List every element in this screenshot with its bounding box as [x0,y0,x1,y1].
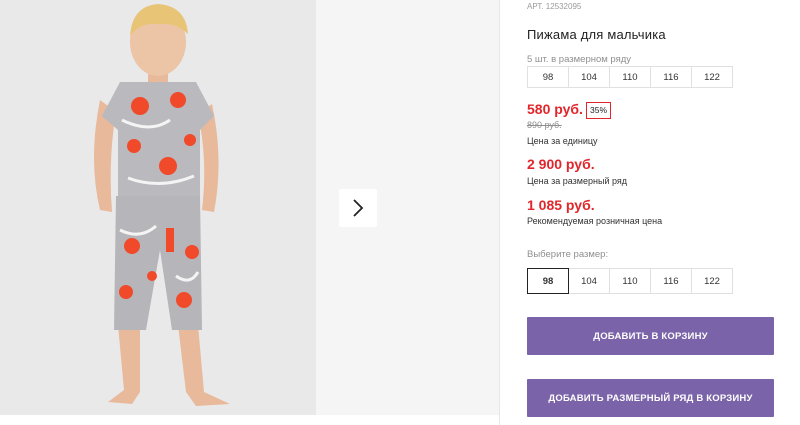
size-row-list: 98 104 110 116 122 [527,66,733,88]
row-size-110: 110 [609,66,651,88]
size-option-122[interactable]: 122 [691,268,733,294]
row-size-116: 116 [650,66,692,88]
unit-price-caption: Цена за единицу [527,136,598,146]
product-title: Пижама для мальчика [527,27,666,42]
row-size-104: 104 [568,66,610,88]
retail-price-caption: Рекомендуемая розничная цена [527,216,663,226]
chevron-right-icon [353,199,364,217]
row-price-caption: Цена за размерный ряд [527,176,628,186]
size-row-note: 5 шт. в размерном ряду [527,54,632,65]
size-option-98[interactable]: 98 [527,268,569,294]
choose-size-label: Выберите размер: [527,249,609,260]
row-size-98: 98 [527,66,569,88]
size-option-116[interactable]: 116 [650,268,692,294]
discount-badge: 35% [586,102,612,119]
size-selector: 98 104 110 116 122 [527,268,733,294]
product-sku: АРТ. 12532095 [527,2,582,11]
add-size-row-to-cart-button[interactable]: ДОБАВИТЬ РАЗМЕРНЫЙ РЯД В КОРЗИНУ [527,379,774,417]
boy-in-pajama-image [0,0,316,415]
size-option-110[interactable]: 110 [609,268,651,294]
product-gallery [0,0,499,425]
old-price: 890 руб. [527,120,562,130]
next-photo-button[interactable] [339,189,377,227]
size-option-104[interactable]: 104 [568,268,610,294]
row-size-122: 122 [691,66,733,88]
retail-price: 1 085 руб. [527,197,595,213]
unit-price: 580 руб. [527,101,583,117]
add-to-cart-button[interactable]: ДОБАВИТЬ В КОРЗИНУ [527,317,774,355]
product-photo[interactable] [0,0,316,415]
gallery-divider [499,0,500,425]
row-price: 2 900 руб. [527,156,595,172]
